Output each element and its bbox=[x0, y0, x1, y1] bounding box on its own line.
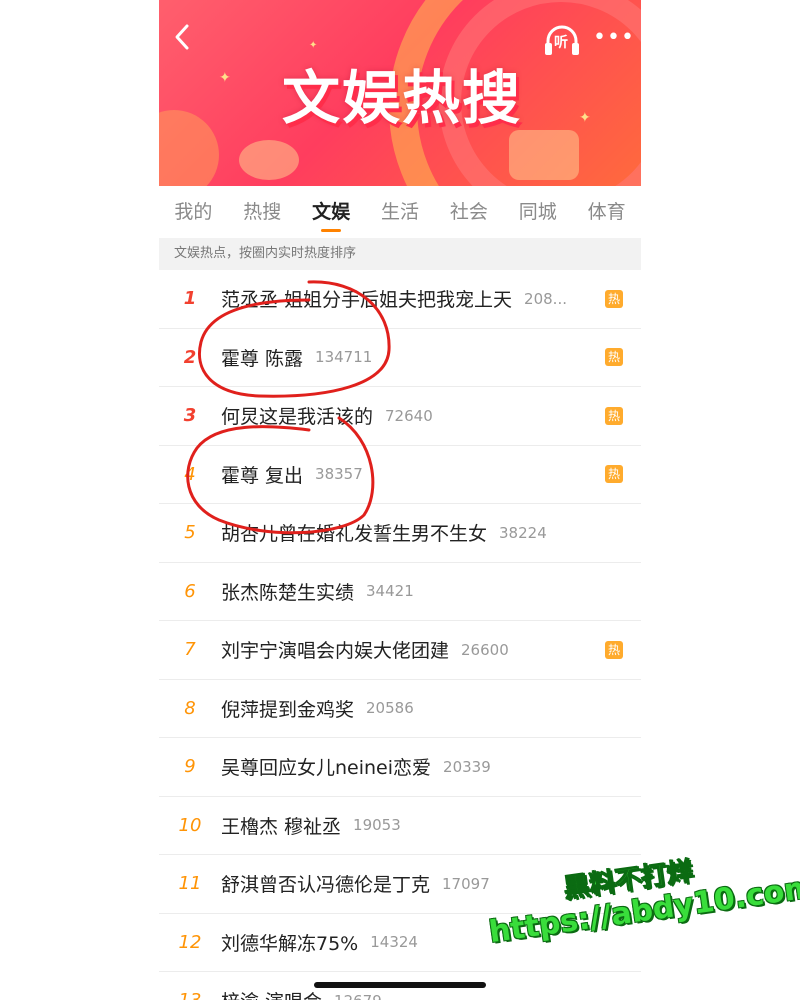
hot-badge: 热 bbox=[605, 406, 623, 425]
hot-badge: 热 bbox=[605, 465, 623, 484]
hot-badge: 热 bbox=[605, 348, 623, 367]
tab-entertainment[interactable]: 文娱 bbox=[297, 186, 366, 238]
rank-number: 11 bbox=[178, 873, 202, 895]
item-title: 王櫓杰 穆祉丞 bbox=[221, 815, 342, 838]
listen-label: 听 bbox=[554, 35, 568, 51]
list-item[interactable]: 4 霍尊 复出 38357 热 bbox=[159, 446, 641, 504]
heat-count: 20339 bbox=[443, 757, 491, 776]
home-indicator bbox=[314, 982, 486, 988]
list-item[interactable]: 2 霍尊 陈露 134711 热 bbox=[159, 329, 641, 387]
more-icon: ••• bbox=[593, 25, 635, 50]
list-item[interactable]: 10 王櫓杰 穆祉丞 19053 bbox=[159, 797, 641, 855]
sparkle-icon: ✦ bbox=[309, 40, 318, 51]
list-item[interactable]: 5 胡杏儿曾在婚礼发誓生男不生女 38224 bbox=[159, 504, 641, 563]
heat-count: 14324 bbox=[370, 933, 418, 952]
item-title: 倪萍提到金鸡奖 bbox=[221, 698, 355, 721]
listen-button[interactable]: 听 bbox=[543, 24, 581, 58]
back-arrow-icon bbox=[175, 24, 189, 50]
item-title: 梓渝 演唱会 bbox=[221, 987, 322, 1000]
heat-count: 34421 bbox=[366, 582, 414, 601]
rank-number: 10 bbox=[178, 814, 202, 836]
sparkle-icon: ✦ bbox=[579, 110, 591, 126]
item-title: 张杰陈楚生实绩 bbox=[221, 581, 355, 604]
tab-mine[interactable]: 我的 bbox=[159, 186, 228, 238]
hot-badge: 热 bbox=[605, 640, 623, 659]
rank-number: 12 bbox=[178, 931, 202, 953]
rank-number: 6 bbox=[184, 580, 196, 602]
rank-number: 7 bbox=[184, 639, 196, 661]
rank-number: 8 bbox=[184, 697, 196, 719]
category-tabs: 我的 热搜 文娱 生活 社会 同城 体育 bbox=[159, 186, 641, 238]
rank-number: 2 bbox=[183, 346, 197, 368]
banner-title: 文娱热搜 bbox=[281, 64, 522, 132]
heat-count: 38357 bbox=[315, 465, 363, 484]
tab-sports[interactable]: 体育 bbox=[572, 186, 641, 238]
heat-count: 72640 bbox=[385, 406, 433, 425]
heat-count: 26600 bbox=[461, 640, 509, 659]
banner-decoration bbox=[159, 110, 219, 186]
hero-banner: ✦ ✦ ✦ 听 ••• 文娱热搜 bbox=[159, 0, 641, 186]
list-item[interactable]: 8 倪萍提到金鸡奖 20586 bbox=[159, 680, 641, 738]
phone-screen: ✦ ✦ ✦ 听 ••• 文娱热搜 我的 热搜 文娱 生活 社会 同城 体育 文娱… bbox=[159, 0, 641, 1000]
heat-count: 20586 bbox=[366, 699, 414, 718]
tab-hot-search[interactable]: 热搜 bbox=[228, 186, 297, 238]
list-item[interactable]: 7 刘宇宁演唱会内娱大佬团建 26600 热 bbox=[159, 621, 641, 680]
heat-count: 208... bbox=[524, 289, 567, 308]
tab-life[interactable]: 生活 bbox=[366, 186, 435, 238]
item-title: 刘德华解冻75% bbox=[221, 932, 359, 955]
heat-count: 38224 bbox=[499, 523, 547, 542]
heat-count: 134711 bbox=[315, 348, 373, 367]
tab-local[interactable]: 同城 bbox=[503, 186, 572, 238]
back-button[interactable] bbox=[169, 22, 197, 56]
item-title: 胡杏儿曾在婚礼发誓生男不生女 bbox=[221, 523, 488, 546]
item-title: 范丞丞 姐姐分手后姐夫把我宠上天 bbox=[221, 289, 513, 312]
ranking-notice: 文娱热点，按圈内实时热度排序 bbox=[159, 238, 641, 270]
heat-count: 12679 bbox=[334, 992, 382, 1000]
more-button[interactable]: ••• bbox=[593, 26, 634, 54]
heat-count: 19053 bbox=[353, 816, 401, 835]
item-title: 何炅这是我活该的 bbox=[221, 406, 374, 429]
sparkle-icon: ✦ bbox=[219, 70, 231, 86]
rank-number: 1 bbox=[183, 288, 197, 310]
item-title: 吴尊回应女儿neinei恋爱 bbox=[221, 757, 432, 780]
list-item[interactable]: 9 吴尊回应女儿neinei恋爱 20339 bbox=[159, 738, 641, 797]
list-item[interactable]: 3 何炅这是我活该的 72640 热 bbox=[159, 387, 641, 446]
item-title: 霍尊 陈露 bbox=[221, 347, 304, 370]
hot-badge: 热 bbox=[605, 289, 623, 308]
banner-book-decoration bbox=[239, 140, 299, 180]
rank-number: 9 bbox=[184, 756, 196, 778]
item-title: 舒淇曾否认冯德伦是丁克 bbox=[221, 874, 431, 897]
rank-number: 13 bbox=[159, 990, 221, 1000]
item-title: 霍尊 复出 bbox=[221, 464, 304, 487]
tab-society[interactable]: 社会 bbox=[434, 186, 503, 238]
rank-number: 4 bbox=[184, 463, 196, 485]
rank-number: 5 bbox=[184, 522, 196, 544]
rank-number: 3 bbox=[183, 405, 197, 427]
list-item[interactable]: 6 张杰陈楚生实绩 34421 bbox=[159, 563, 641, 621]
item-title: 刘宇宁演唱会内娱大佬团建 bbox=[221, 640, 450, 663]
list-item[interactable]: 1 范丞丞 姐姐分手后姐夫把我宠上天 208... 热 bbox=[159, 270, 641, 329]
